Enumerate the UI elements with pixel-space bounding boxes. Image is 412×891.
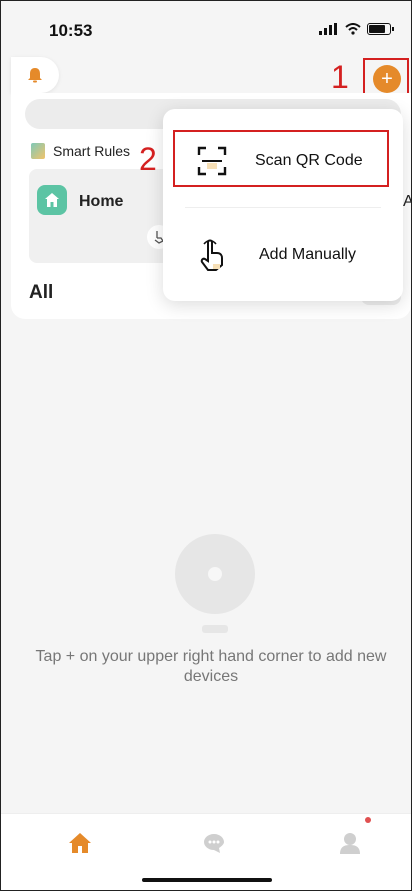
wifi-icon <box>345 23 361 35</box>
annotation-number-2: 2 <box>139 141 157 177</box>
empty-state-message: Tap + on your upper right hand corner to… <box>35 648 387 685</box>
battery-icon <box>367 23 394 35</box>
status-time: 10:53 <box>49 21 93 40</box>
home-icon <box>69 833 91 853</box>
notifications-button[interactable] <box>11 57 59 93</box>
signal-icon <box>319 23 337 35</box>
home-card-label: Home <box>79 193 124 210</box>
home-indicator[interactable] <box>142 878 272 882</box>
next-card-label[interactable]: A <box>403 193 411 211</box>
bell-icon <box>28 68 42 83</box>
home-card[interactable]: Home <box>29 169 179 263</box>
menu-divider <box>185 207 381 208</box>
tab-profile[interactable] <box>333 828 367 858</box>
empty-state-illustration-base <box>202 625 228 633</box>
chat-icon <box>204 834 224 853</box>
profile-notification-badge <box>365 817 371 823</box>
smart-rules[interactable]: Smart Rules <box>31 143 130 159</box>
all-section-title: All <box>29 282 54 303</box>
annotation-number-1: 1 <box>331 59 349 95</box>
status-bar: 10:53 <box>1 1 411 57</box>
tap-hand-icon <box>195 238 229 272</box>
smart-rules-label: Smart Rules <box>53 143 131 159</box>
status-icons <box>319 23 394 35</box>
add-manually-label: Add Manually <box>259 246 356 263</box>
house-icon <box>37 185 67 215</box>
add-manually-menu-item[interactable]: Add Manually <box>163 225 403 285</box>
profile-icon <box>340 833 360 854</box>
tab-chat[interactable] <box>197 828 231 858</box>
tab-home[interactable] <box>63 828 97 858</box>
smart-rules-icon <box>31 143 45 159</box>
empty-state-illustration <box>175 534 255 614</box>
annotation-box-2 <box>173 130 389 187</box>
app-screen: 10:53 + 1 Smart Rules Home All Scan QR C… <box>0 0 412 891</box>
